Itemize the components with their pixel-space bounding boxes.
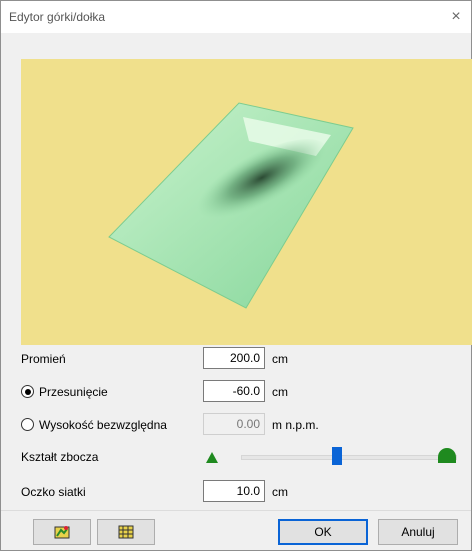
slope-shape-label: Kształt zbocza <box>21 450 99 464</box>
small-hill-icon <box>206 452 218 463</box>
title-bar: Edytor górki/dołka × <box>1 1 471 33</box>
offset-input[interactable]: -60.0 <box>203 380 265 402</box>
mesh-label: Oczko siatki <box>21 485 86 499</box>
radius-label: Promień <box>21 352 66 366</box>
offset-radio[interactable] <box>21 385 34 398</box>
ok-button[interactable]: OK <box>278 519 368 545</box>
close-icon[interactable]: × <box>445 6 467 28</box>
terrain-preview[interactable] <box>21 59 472 345</box>
slope-shape-slider-thumb[interactable] <box>332 447 342 465</box>
absolute-height-unit: m n.p.m. <box>272 418 319 432</box>
radius-input[interactable]: 200.0 <box>203 347 265 369</box>
cancel-button[interactable]: Anuluj <box>378 519 458 545</box>
slope-shape-slider-track[interactable] <box>241 455 457 460</box>
absolute-height-radio[interactable] <box>21 418 34 431</box>
offset-unit: cm <box>272 385 288 399</box>
absolute-height-input: 0.00 <box>203 413 265 435</box>
grid-toggle-button[interactable] <box>97 519 155 545</box>
grid-toggle-icon <box>118 525 134 539</box>
radius-unit: cm <box>272 352 288 366</box>
offset-label: Przesunięcie <box>39 385 108 399</box>
mesh-preview-button[interactable] <box>33 519 91 545</box>
mesh-input[interactable]: 10.0 <box>203 480 265 502</box>
terrain-surface-icon <box>108 102 354 309</box>
large-hill-icon <box>438 448 456 463</box>
window-title: Edytor górki/dołka <box>9 10 106 24</box>
mesh-unit: cm <box>272 485 288 499</box>
footer-divider <box>1 510 471 511</box>
radio-selected-dot <box>24 388 31 395</box>
absolute-height-label: Wysokość bezwzględna <box>39 418 167 432</box>
hill-editor-dialog: Edytor górki/dołka × Promień 200.0 cm Pr… <box>0 0 472 551</box>
mesh-preview-icon <box>54 526 70 539</box>
